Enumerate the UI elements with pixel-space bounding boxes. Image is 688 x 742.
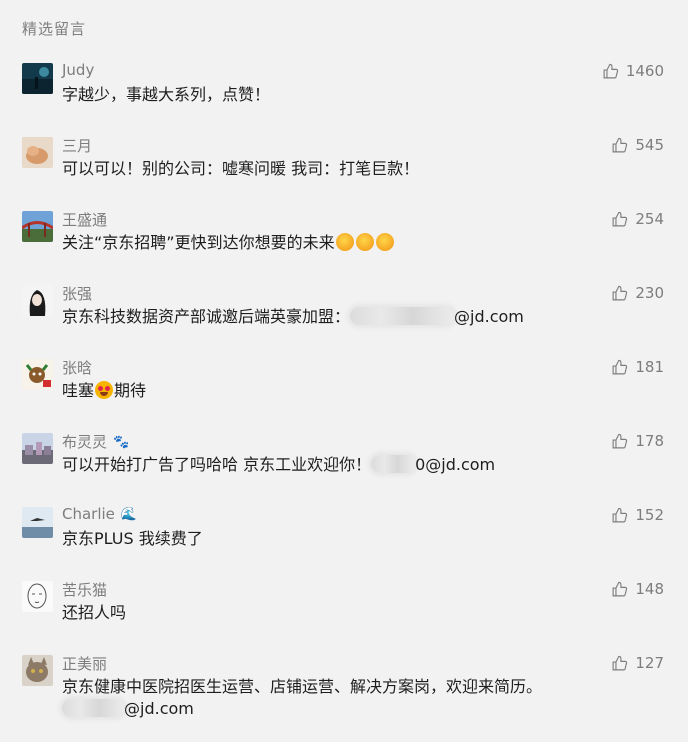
like-button[interactable]: 545 <box>611 136 664 154</box>
comment-text: 还招人吗 <box>62 603 127 622</box>
redacted-email <box>371 455 416 473</box>
like-button[interactable]: 254 <box>611 210 664 228</box>
like-button[interactable]: 127 <box>611 654 664 672</box>
like-count: 148 <box>635 580 664 598</box>
pray-emoji-icon <box>375 233 394 251</box>
comment-author[interactable]: 布灵灵 🐾 <box>62 431 129 452</box>
thumbs-up-icon <box>612 507 628 522</box>
comment-author[interactable]: 正美丽 <box>62 653 107 674</box>
avatar[interactable] <box>22 507 53 538</box>
comment-item: 张强 230 京东科技数据资产部诚邀后端英豪加盟： @jd.com <box>0 282 688 356</box>
comment-list: Judy 1460 字越少，事越大系列，点赞！ 三月 545 可以可以！别的公司… <box>0 60 688 742</box>
pray-emoji-icon <box>355 233 374 251</box>
comment-author-name: Charlie <box>62 505 115 523</box>
avatar[interactable] <box>22 581 53 612</box>
comment-text: 京东PLUS 我续费了 <box>62 529 203 548</box>
like-count: 230 <box>635 284 664 302</box>
comment-text-main: 京东健康中医院招医生运营、店铺运营、解决方案岗，欢迎来简历。 <box>62 677 543 696</box>
like-count: 1460 <box>625 62 664 80</box>
comment-text: 京东健康中医院招医生运营、店铺运营、解决方案岗，欢迎来简历。 @jd.com <box>62 676 602 720</box>
comment-text-tail: 期待 <box>114 381 147 400</box>
like-button[interactable]: 230 <box>611 284 664 302</box>
email-domain: @jd.com <box>454 307 524 326</box>
comment-item: 张晗 181 哇塞 期待 <box>0 356 688 430</box>
thumbs-up-icon <box>612 581 628 596</box>
like-count: 545 <box>635 136 664 154</box>
like-count: 127 <box>635 654 664 672</box>
comment-text: 京东科技数据资产部诚邀后端英豪加盟： @jd.com <box>62 306 602 328</box>
comment-author[interactable]: Judy <box>62 61 94 79</box>
comment-item: Charlie 🌊 152 京东PLUS 我续费了 <box>0 504 688 578</box>
avatar[interactable] <box>22 211 53 242</box>
like-button[interactable]: 181 <box>611 358 664 376</box>
comment-item: 王盛通 254 关注“京东招聘”更快到达你想要的未来 <box>0 208 688 282</box>
comment-text: 可以可以！别的公司：嘘寒问暖 我司：打笔巨款！ <box>62 159 420 178</box>
like-button[interactable]: 148 <box>611 580 664 598</box>
pray-emoji-icon <box>335 233 354 251</box>
redacted-email <box>350 307 455 325</box>
comment-item: Judy 1460 字越少，事越大系列，点赞！ <box>0 60 688 134</box>
like-button[interactable]: 1460 <box>602 62 664 80</box>
email-domain: @jd.com <box>124 699 194 718</box>
paw-emoji-icon: 🐾 <box>113 435 130 450</box>
comment-author[interactable]: 张强 <box>62 283 92 304</box>
thumbs-up-icon <box>612 655 628 670</box>
star-eyes-emoji-icon <box>95 381 114 399</box>
thumbs-up-icon <box>612 433 628 448</box>
comment-author[interactable]: 张晗 <box>62 357 92 378</box>
redacted-email <box>62 699 124 717</box>
comment-author[interactable]: 苦乐猫 <box>62 579 107 600</box>
comment-author[interactable]: Charlie 🌊 <box>62 505 137 523</box>
comment-text: 可以开始打广告了吗哈哈 京东工业欢迎你！ 0@jd.com <box>62 454 602 476</box>
thumbs-up-icon <box>612 285 628 300</box>
section-title: 精选留言 <box>22 20 87 38</box>
comment-author[interactable]: 王盛通 <box>62 209 107 230</box>
like-count: 181 <box>635 358 664 376</box>
thumbs-up-icon <box>612 137 628 152</box>
thumbs-up-icon <box>603 63 618 78</box>
comment-text: 关注“京东招聘”更快到达你想要的未来 <box>62 232 602 254</box>
comment-text: 哇塞 期待 <box>62 380 602 402</box>
comment-text-main: 哇塞 <box>62 381 95 400</box>
avatar[interactable] <box>22 63 53 94</box>
comment-text: 字越少，事越大系列，点赞！ <box>62 85 271 104</box>
comment-text-main: 京东科技数据资产部诚邀后端英豪加盟： <box>62 307 351 326</box>
email-domain: 0@jd.com <box>415 455 496 474</box>
comment-author[interactable]: 三月 <box>62 135 92 156</box>
avatar[interactable] <box>22 137 53 168</box>
like-count: 178 <box>635 432 664 450</box>
avatar[interactable] <box>22 433 53 464</box>
like-button[interactable]: 178 <box>611 432 664 450</box>
like-count: 152 <box>635 506 664 524</box>
comment-author-name: 布灵灵 <box>62 433 108 451</box>
thumbs-up-icon <box>612 211 628 226</box>
avatar[interactable] <box>22 285 53 316</box>
comment-item: 苦乐猫 148 还招人吗 <box>0 578 688 652</box>
comment-text-main: 关注“京东招聘”更快到达你想要的未来 <box>62 233 335 252</box>
like-count: 254 <box>635 210 664 228</box>
avatar[interactable] <box>22 359 53 390</box>
like-button[interactable]: 152 <box>611 506 664 524</box>
comment-item: 三月 545 可以可以！别的公司：嘘寒问暖 我司：打笔巨款！ <box>0 134 688 208</box>
comment-item: 正美丽 127 京东健康中医院招医生运营、店铺运营、解决方案岗，欢迎来简历。 @… <box>0 652 688 742</box>
thumbs-up-icon <box>612 359 628 374</box>
wave-emoji-icon: 🌊 <box>120 507 138 522</box>
comment-text-main: 可以开始打广告了吗哈哈 京东工业欢迎你！ <box>62 455 372 474</box>
avatar[interactable] <box>22 655 53 686</box>
comment-item: 布灵灵 🐾 178 可以开始打广告了吗哈哈 京东工业欢迎你！ 0@jd.com <box>0 430 688 504</box>
